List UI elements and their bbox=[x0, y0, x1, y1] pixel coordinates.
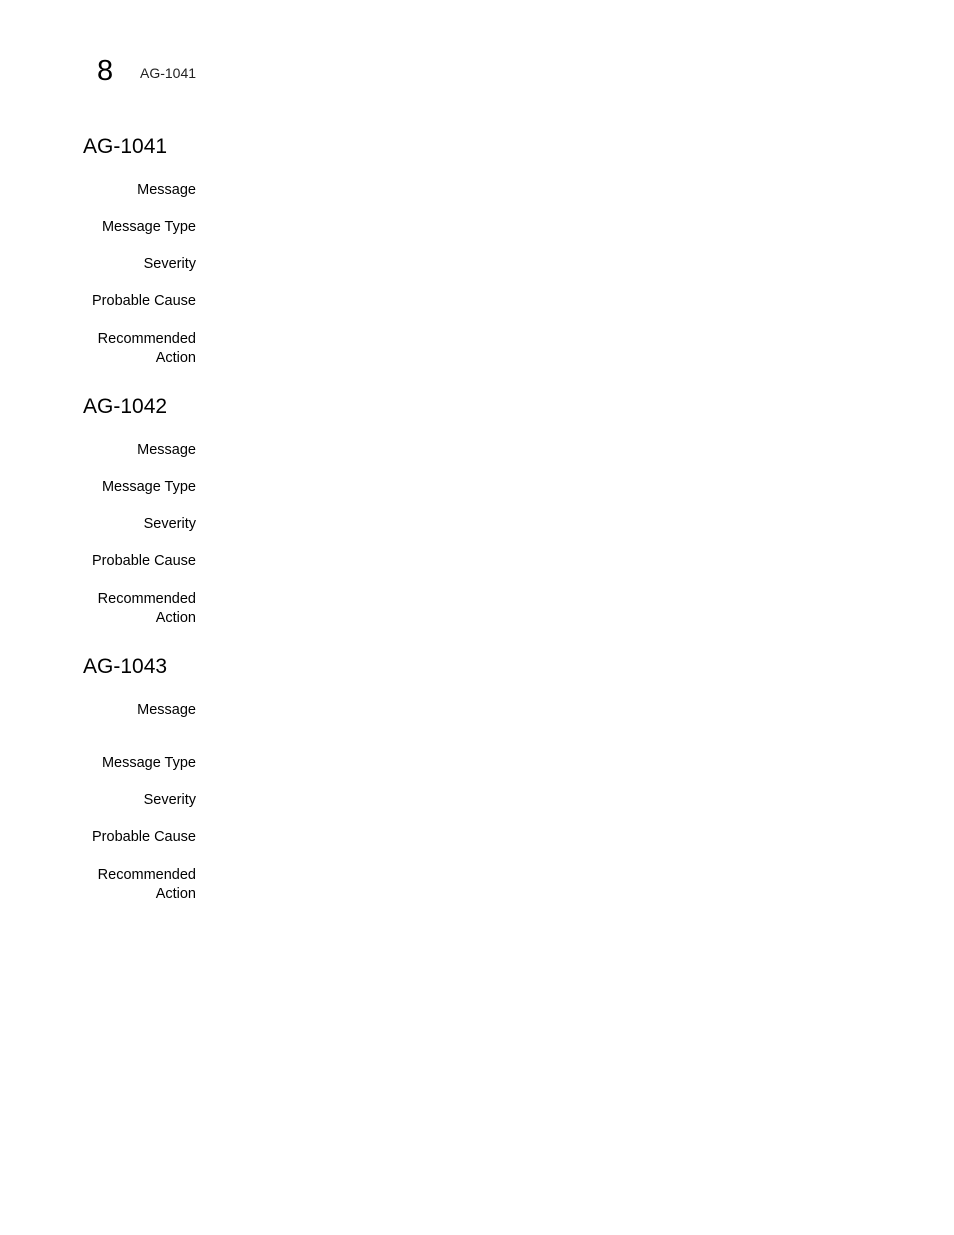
field-label: Recommended Action bbox=[97, 867, 196, 902]
field-label: Severity bbox=[143, 256, 196, 272]
field-label: Probable Cause bbox=[92, 293, 196, 309]
field-label: Message bbox=[137, 182, 196, 198]
running-title: AG-1041 bbox=[140, 65, 197, 81]
message-section: AG-1042 Message Message Type Severity Probab… bbox=[83, 394, 883, 626]
section-title: AG-1043 bbox=[83, 655, 168, 678]
message-section: AG-1043 Message Message Type Severity Probab… bbox=[83, 654, 883, 902]
message-section: AG-1041 Message Message Type Severity Probab… bbox=[83, 134, 883, 366]
field-label: Message Type bbox=[101, 219, 196, 235]
field-label: Severity bbox=[143, 792, 196, 808]
section-title: AG-1042 bbox=[83, 395, 168, 418]
field-label: Message bbox=[137, 442, 196, 458]
field-label: Message Type bbox=[101, 479, 196, 495]
chapter-number: 8 bbox=[97, 55, 114, 87]
field-label: Recommended Action bbox=[97, 331, 196, 366]
section-title: AG-1041 bbox=[83, 135, 168, 158]
field-label: Probable Cause bbox=[92, 553, 196, 569]
field-label: Recommended Action bbox=[97, 591, 196, 626]
field-label: Probable Cause bbox=[92, 829, 196, 845]
field-label: Message Type bbox=[101, 755, 196, 771]
field-label: Severity bbox=[143, 516, 196, 532]
field-label: Message bbox=[137, 702, 196, 718]
